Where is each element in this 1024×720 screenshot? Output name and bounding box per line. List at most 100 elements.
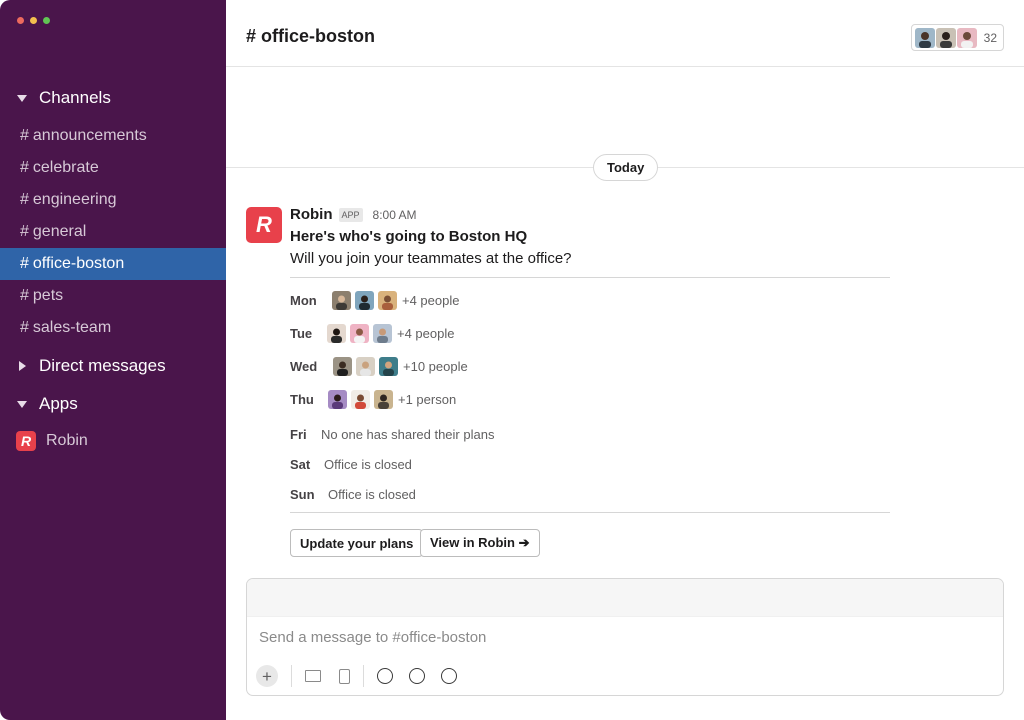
hash-icon: # bbox=[20, 319, 29, 336]
day-status: No one has shared their plans bbox=[321, 427, 495, 442]
minimize-window-button[interactable] bbox=[30, 17, 37, 24]
sidebar-channel-sales-team[interactable]: # sales-team bbox=[0, 312, 226, 344]
hash-icon: # bbox=[20, 287, 29, 304]
attendee-count[interactable]: +4 people bbox=[397, 326, 454, 341]
app-label: Robin bbox=[46, 432, 88, 449]
channel-label: engineering bbox=[32, 191, 117, 208]
toolbar-separator bbox=[291, 665, 292, 687]
day-label: Tue bbox=[290, 326, 313, 341]
formatting-bar bbox=[247, 579, 1003, 617]
composer-toolbar: + bbox=[256, 665, 473, 687]
attendee-avatars bbox=[332, 291, 397, 310]
sidebar-app-robin[interactable]: R Robin bbox=[16, 431, 88, 451]
toolbar-separator bbox=[363, 665, 364, 687]
attendee-avatars bbox=[327, 324, 392, 343]
channel-label: general bbox=[32, 223, 87, 240]
day-row-wed: Wed +10 people bbox=[290, 357, 468, 376]
sidebar-channel-office-boston[interactable]: # office-boston bbox=[0, 248, 226, 280]
channel-label: office-boston bbox=[32, 255, 125, 272]
person-avatar[interactable] bbox=[373, 324, 392, 343]
section-apps[interactable]: Apps bbox=[16, 394, 78, 414]
message-input[interactable]: Send a message to #office-boston bbox=[259, 629, 486, 646]
attendee-avatars bbox=[333, 357, 398, 376]
close-window-button[interactable] bbox=[17, 17, 24, 24]
member-count: 32 bbox=[983, 30, 997, 45]
sender-name[interactable]: Robin bbox=[290, 206, 333, 223]
section-apps-label: Apps bbox=[39, 394, 78, 413]
add-attachment-button[interactable]: + bbox=[256, 665, 278, 687]
sidebar-channel-pets[interactable]: # pets bbox=[0, 280, 226, 312]
person-avatar[interactable] bbox=[379, 357, 398, 376]
robin-avatar[interactable]: R bbox=[246, 207, 282, 243]
format-icon[interactable] bbox=[441, 668, 457, 684]
hash-icon: # bbox=[20, 191, 29, 208]
day-status: Office is closed bbox=[324, 457, 412, 472]
section-direct-messages[interactable]: Direct messages bbox=[16, 356, 166, 376]
audio-clip-icon[interactable] bbox=[339, 668, 350, 684]
message-subtitle: Will you join your teammates at the offi… bbox=[290, 250, 572, 267]
day-label: Sat bbox=[290, 457, 311, 472]
person-avatar[interactable] bbox=[351, 390, 370, 409]
attendee-avatars bbox=[328, 390, 393, 409]
day-row-sun: Sun Office is closed bbox=[290, 487, 416, 502]
day-label: Wed bbox=[290, 359, 318, 374]
caret-right-icon bbox=[19, 361, 26, 371]
view-in-robin-button[interactable]: View in Robin ➔ bbox=[420, 529, 540, 557]
members-button[interactable]: 32 bbox=[910, 24, 1004, 51]
message-composer: Send a message to #office-boston + bbox=[246, 578, 1004, 696]
hash-icon: # bbox=[20, 223, 29, 240]
section-channels[interactable]: Channels bbox=[16, 88, 111, 108]
attendee-count[interactable]: +1 person bbox=[398, 392, 456, 407]
update-plans-button[interactable]: Update your plans bbox=[290, 529, 424, 557]
person-avatar[interactable] bbox=[332, 291, 351, 310]
channel-label: announcements bbox=[32, 127, 147, 144]
message-timestamp[interactable]: 8:00 AM bbox=[373, 208, 417, 222]
channel-header: # office-boston 32 bbox=[226, 0, 1024, 67]
member-avatar bbox=[956, 27, 977, 48]
person-avatar[interactable] bbox=[333, 357, 352, 376]
member-avatar bbox=[935, 27, 956, 48]
day-status: Office is closed bbox=[328, 487, 416, 502]
sidebar-channel-celebrate[interactable]: # celebrate bbox=[0, 152, 226, 184]
caret-down-icon bbox=[17, 400, 27, 408]
channel-label: sales-team bbox=[32, 319, 112, 336]
person-avatar[interactable] bbox=[374, 390, 393, 409]
day-label: Fri bbox=[290, 427, 307, 442]
date-divider-pill[interactable]: Today bbox=[593, 154, 659, 181]
person-avatar[interactable] bbox=[328, 390, 347, 409]
sidebar: Channels # announcements # celebrate # e… bbox=[0, 0, 226, 720]
day-row-mon: Mon +4 people bbox=[290, 291, 459, 310]
mention-icon[interactable] bbox=[409, 668, 425, 684]
person-avatar[interactable] bbox=[327, 324, 346, 343]
person-avatar[interactable] bbox=[378, 291, 397, 310]
hash-icon: # bbox=[20, 127, 29, 144]
sidebar-channel-general[interactable]: # general bbox=[0, 216, 226, 248]
attendee-count[interactable]: +10 people bbox=[403, 359, 468, 374]
person-avatar[interactable] bbox=[355, 291, 374, 310]
emoji-icon[interactable] bbox=[377, 668, 393, 684]
day-row-tue: Tue +4 people bbox=[290, 324, 454, 343]
message-title: Here's who's going to Boston HQ bbox=[290, 228, 528, 245]
attendee-count[interactable]: +4 people bbox=[402, 293, 459, 308]
day-label: Thu bbox=[290, 392, 314, 407]
robin-logo-icon: R bbox=[16, 431, 36, 451]
caret-down-icon bbox=[17, 94, 27, 102]
section-direct-messages-label: Direct messages bbox=[39, 356, 166, 375]
day-label: Mon bbox=[290, 293, 317, 308]
video-clip-icon[interactable] bbox=[305, 670, 321, 682]
channel-title[interactable]: # office-boston bbox=[246, 26, 375, 47]
day-label: Sun bbox=[290, 487, 315, 502]
member-avatar bbox=[914, 27, 935, 48]
maximize-window-button[interactable] bbox=[43, 17, 50, 24]
sidebar-channel-announcements[interactable]: # announcements bbox=[0, 120, 226, 152]
person-avatar[interactable] bbox=[350, 324, 369, 343]
sidebar-channel-engineering[interactable]: # engineering bbox=[0, 184, 226, 216]
person-avatar[interactable] bbox=[356, 357, 375, 376]
app-badge: APP bbox=[338, 207, 363, 222]
section-channels-label: Channels bbox=[39, 88, 111, 107]
channel-label: pets bbox=[32, 287, 64, 304]
day-row-thu: Thu +1 person bbox=[290, 390, 456, 409]
message-divider bbox=[290, 277, 890, 278]
message-meta: Robin APP 8:00 AM bbox=[290, 206, 417, 223]
message-divider bbox=[290, 512, 890, 513]
